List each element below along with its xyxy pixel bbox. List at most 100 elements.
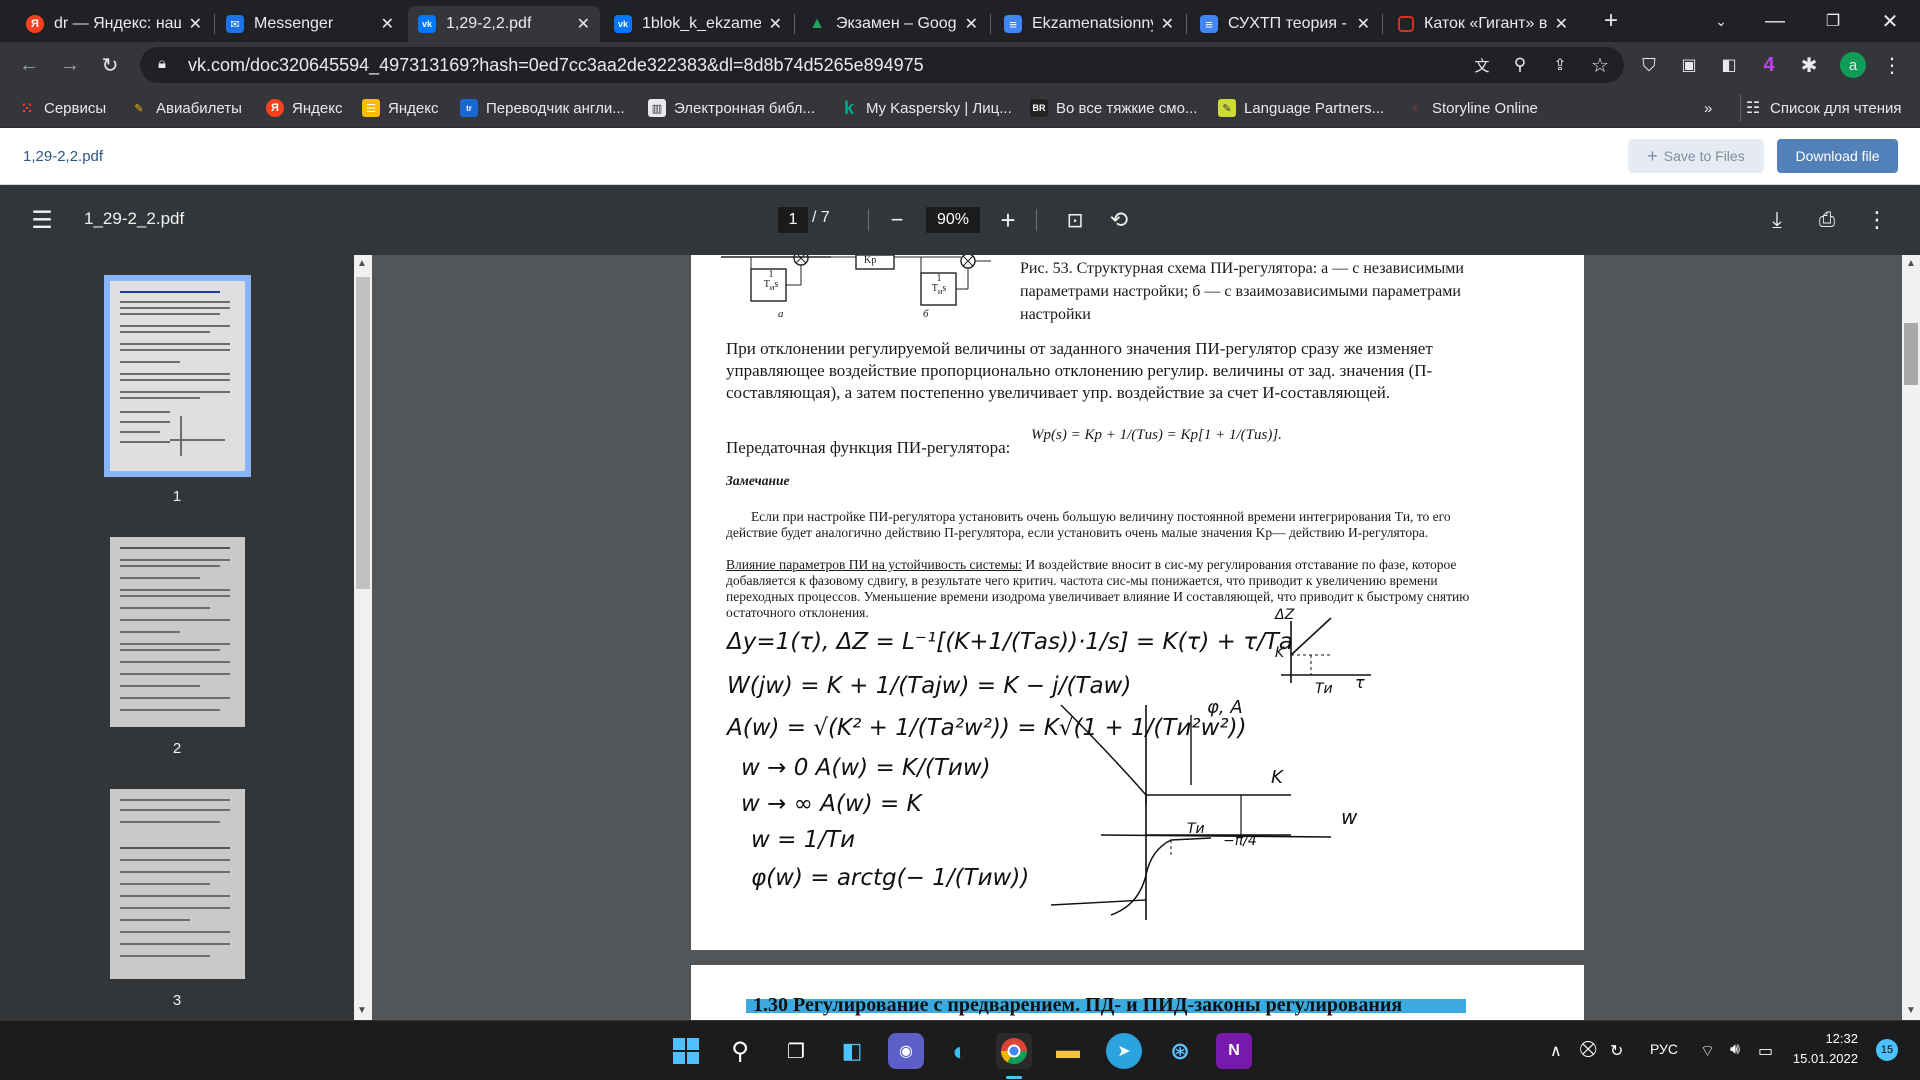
tab-pdf-active[interactable]: vk 1,29-2,2.pdf ✕ [408, 6, 600, 42]
sidebar-scrollbar-thumb[interactable] [356, 277, 370, 589]
bookmark-translator[interactable]: tr Переводчик англи... [460, 97, 625, 119]
bookmark-aviabilety[interactable]: ✎ Авиабилеты [130, 97, 242, 119]
thumb-line [120, 397, 200, 399]
scroll-down-icon[interactable]: ▼ [1906, 1005, 1916, 1016]
sketch-label-k: K [1275, 645, 1285, 661]
main-scrollbar-thumb[interactable] [1904, 323, 1918, 385]
close-icon[interactable]: ✕ [577, 14, 590, 34]
tray-network-off-icon[interactable]: ⛒ [1580, 1041, 1596, 1059]
minimize-icon[interactable]: — [1760, 6, 1790, 36]
new-tab-icon[interactable]: + [1596, 6, 1626, 36]
translate-icon[interactable]: 文 [1468, 52, 1496, 78]
close-window-icon[interactable]: ✕ [1875, 6, 1905, 36]
zoom-input[interactable]: 90% [926, 207, 980, 233]
tab-yandex[interactable]: Я dr — Яндекс: наш ✕ [16, 6, 212, 42]
zoom-icon[interactable]: ⚲ [1506, 52, 1534, 78]
volume-icon[interactable]: 🔊︎ [1730, 1041, 1740, 1059]
tab-google-drive[interactable]: ▲ Экзамен – Googl ✕ [798, 6, 988, 42]
reload-icon[interactable]: ↻ [95, 51, 125, 79]
influence-title: Влияние параметров ПИ на устойчивость си… [726, 557, 1022, 572]
teams-chat-icon[interactable]: ◉ [888, 1033, 924, 1069]
scroll-down-icon[interactable]: ▼ [357, 1005, 367, 1016]
star-icon[interactable]: ☆ [1586, 52, 1614, 78]
bookmark-more[interactable]: » [1704, 97, 1712, 119]
back-icon[interactable]: ← [14, 51, 44, 79]
close-icon[interactable]: ✕ [965, 14, 978, 34]
zoom-in-icon[interactable]: + [995, 205, 1021, 235]
start-icon[interactable] [668, 1033, 704, 1069]
tray-sync-icon[interactable]: ↻ [1610, 1041, 1623, 1061]
widgets-icon[interactable]: ◧ [834, 1033, 870, 1069]
tab-ekzamenatsionny[interactable]: ≡ Ekzamenatsionny ✕ [994, 6, 1184, 42]
influence-line: остаточного отклонения. [726, 605, 869, 620]
thumb-line [120, 859, 230, 861]
menu-dots-icon[interactable]: ⋮ [1882, 52, 1902, 78]
bookmark-yandex-1[interactable]: Я Яндекс [266, 97, 342, 119]
bookmark-label: Сервисы [44, 99, 107, 117]
notification-badge[interactable]: 15 [1876, 1039, 1898, 1061]
clock-date[interactable]: 15.01.2022 [1790, 1051, 1858, 1066]
close-icon[interactable]: ✕ [189, 14, 202, 34]
fit-page-icon[interactable]: ⊡ [1062, 207, 1088, 233]
tab-1blok[interactable]: vk 1blok_k_ekzamen ✕ [604, 6, 792, 42]
save-to-files-button[interactable]: + Save to Files [1628, 139, 1764, 173]
extension-icon[interactable]: ▣ [1676, 52, 1702, 78]
tab-messenger[interactable]: ✉ Messenger ✕ [216, 6, 404, 42]
page-number-input[interactable]: 1 [778, 207, 808, 233]
restore-icon[interactable]: ❐ [1818, 6, 1848, 36]
tab-suhtp[interactable]: ≡ СУХТП теория - ( ✕ [1190, 6, 1380, 42]
close-icon[interactable]: ✕ [1357, 14, 1370, 34]
rotate-icon[interactable]: ⟲ [1106, 207, 1132, 233]
bookmark-kaspersky[interactable]: k My Kaspersky | Лиц... [840, 97, 1012, 119]
zoom-out-icon[interactable]: − [884, 207, 910, 233]
tab-search-chevron-icon[interactable]: ⌄ [1706, 6, 1736, 36]
active-app-indicator [1006, 1076, 1022, 1079]
bookmark-library[interactable]: ▥ Электронная библ... [648, 97, 815, 119]
page-thumbnail-1[interactable] [104, 275, 251, 477]
bookmark-breaking-bad[interactable]: BR Во все тяжкие смо... [1030, 97, 1197, 119]
battery-icon[interactable]: ▭ [1758, 1041, 1773, 1061]
avatar[interactable]: a [1840, 52, 1866, 78]
kaspersky-vpn-icon[interactable]: ⊛ [1162, 1033, 1198, 1069]
edge-icon[interactable]: ◐ [942, 1033, 978, 1069]
tray-chevron-up-icon[interactable]: ∧ [1550, 1041, 1562, 1061]
scroll-up-icon[interactable]: ▲ [1906, 258, 1916, 269]
reading-list[interactable]: ☷ Список для чтения [1744, 97, 1902, 119]
task-view-icon[interactable]: ❐ [778, 1033, 814, 1069]
library-icon: ▥ [648, 99, 666, 117]
close-icon[interactable]: ✕ [1555, 14, 1568, 34]
download-file-button[interactable]: Download file [1777, 139, 1898, 173]
bookmark-yandex-2[interactable]: ☰ Яндекс [362, 97, 438, 119]
bookmark-storyline[interactable]: ♁ Storyline Online [1406, 97, 1538, 119]
scroll-up-icon[interactable]: ▲ [357, 258, 367, 269]
chrome-icon[interactable] [996, 1033, 1032, 1069]
onenote-icon[interactable]: N [1216, 1033, 1252, 1069]
page-thumbnail-2[interactable] [110, 537, 245, 727]
shield-icon[interactable]: ⛉ [1636, 52, 1662, 78]
search-icon[interactable]: ⚲ [722, 1033, 758, 1069]
file-explorer-icon[interactable]: ▬ [1050, 1033, 1086, 1069]
extension-4-icon[interactable]: 4 [1756, 52, 1782, 78]
address-bar[interactable]: 🔒︎ vk.com/doc320645594_497313169?hash=0e… [140, 47, 1624, 83]
thumb-line [120, 373, 230, 375]
puzzle-icon[interactable]: ✱ [1796, 52, 1822, 78]
page-thumbnail-3[interactable] [110, 789, 245, 979]
bookmark-services[interactable]: ⁙ Сервисы [18, 97, 106, 119]
close-icon[interactable]: ✕ [1161, 14, 1174, 34]
tab-katok[interactable]: Каток «Гигант» в ✕ [1388, 6, 1578, 42]
bookmark-language-partners[interactable]: ✎ Language Partners... [1218, 97, 1384, 119]
close-icon[interactable]: ✕ [381, 14, 394, 34]
more-options-icon[interactable]: ⋮ [1864, 207, 1890, 233]
download-icon[interactable]: ⤓ [1764, 207, 1790, 233]
clock-time[interactable]: 12:32 [1798, 1031, 1858, 1046]
input-language[interactable]: РУС [1650, 1041, 1678, 1057]
wifi-icon[interactable]: ⌔ [1700, 1041, 1715, 1061]
telegram-icon[interactable]: ➤ [1106, 1033, 1142, 1069]
share-icon[interactable]: ⇪ [1546, 52, 1574, 78]
print-icon[interactable]: ⎙ [1814, 207, 1840, 233]
close-icon[interactable]: ✕ [769, 14, 782, 34]
extension-icon[interactable]: ◧ [1716, 52, 1742, 78]
thumb-line [120, 379, 230, 381]
hamburger-menu-icon[interactable]: ☰ [28, 207, 56, 234]
forward-icon[interactable]: → [55, 51, 85, 79]
